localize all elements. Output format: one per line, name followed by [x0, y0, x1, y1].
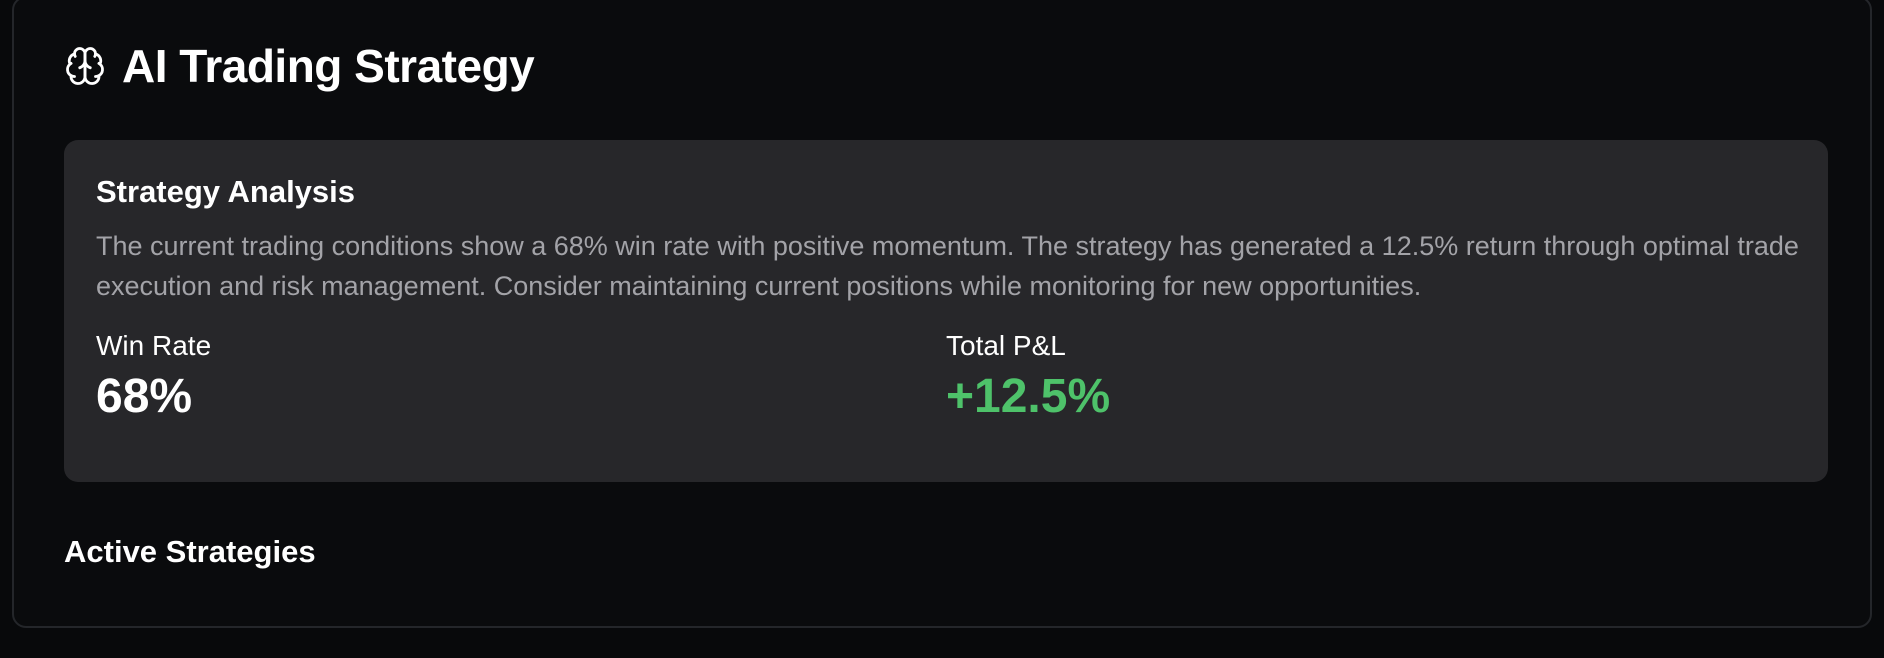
analysis-description: The current trading conditions show a 68… — [96, 231, 1799, 301]
metric-total-pnl: Total P&L +12.5% — [946, 328, 1796, 426]
metric-value: 68% — [96, 370, 193, 423]
analysis-title: Strategy Analysis — [96, 174, 356, 209]
metric-label: Total P&L — [946, 330, 1066, 361]
strategy-analysis-panel: Strategy Analysis The current trading co… — [64, 140, 1828, 482]
card-header: AI Trading Strategy — [64, 40, 535, 92]
metrics-row: Win Rate 68% Total P&L +12.5% — [96, 328, 1796, 426]
brain-icon — [66, 47, 104, 85]
metric-label: Win Rate — [96, 330, 212, 361]
page-title: AI Trading Strategy — [122, 40, 535, 92]
metric-win-rate: Win Rate 68% — [96, 328, 946, 426]
active-strategies-heading: Active Strategies — [64, 534, 316, 569]
metric-value: +12.5% — [946, 370, 1111, 423]
strategy-card: AI Trading Strategy Strategy Analysis Th… — [12, 0, 1872, 628]
